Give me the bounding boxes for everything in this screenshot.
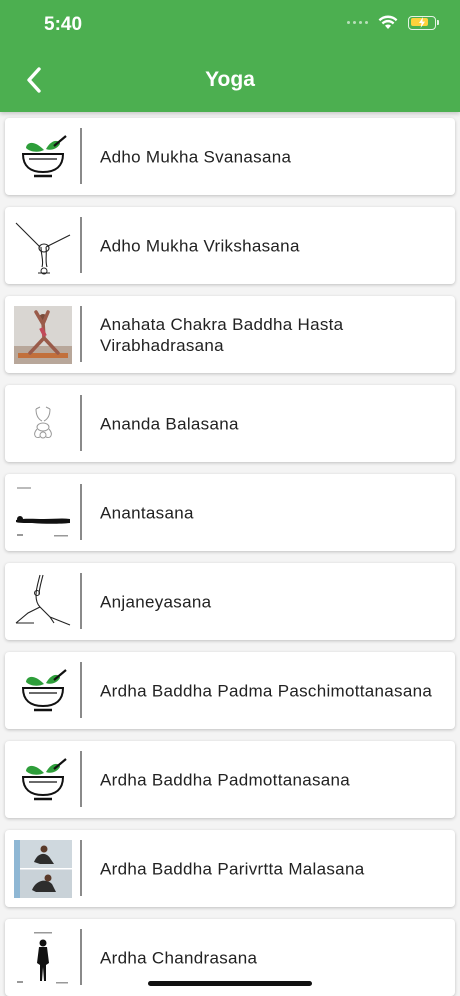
pose-name: Ardha Baddha Padmottanasana bbox=[100, 770, 351, 789]
pose-name: Ardha Baddha Padma Paschimottanasana bbox=[100, 681, 433, 700]
home-indicator bbox=[148, 981, 312, 986]
page-title: Yoga bbox=[205, 68, 255, 91]
photo-warrior-pose bbox=[14, 306, 72, 364]
lying-figure-card bbox=[14, 484, 72, 542]
pose-name: Anjaneyasana bbox=[100, 592, 212, 611]
status-bar: 5:40 bbox=[0, 0, 460, 50]
divider bbox=[80, 751, 82, 807]
pose-list-item[interactable]: Ardha Baddha Parivrtta Malasana bbox=[5, 830, 455, 907]
divider bbox=[80, 840, 82, 896]
pose-list-item[interactable]: Ardha Baddha Padmottanasana bbox=[5, 741, 455, 818]
pose-list-item[interactable]: Adho Mukha Svanasana bbox=[5, 118, 455, 195]
pose-name: Adho Mukha Svanasana bbox=[100, 147, 292, 166]
divider bbox=[80, 395, 82, 451]
battery-icon bbox=[408, 15, 439, 30]
pose-list-item[interactable]: Ardha Baddha Padma Paschimottanasana bbox=[5, 652, 455, 729]
charging-bolt-icon bbox=[419, 16, 425, 28]
pose-name: Anantasana bbox=[100, 503, 194, 522]
divider bbox=[80, 929, 82, 985]
divider bbox=[80, 484, 82, 540]
standing-figure-card bbox=[14, 929, 72, 987]
pose-name: Ardha Chandrasana bbox=[100, 948, 258, 967]
pose-name: Ananda Balasana bbox=[100, 414, 239, 433]
pose-list-item[interactable]: Anjaneyasana bbox=[5, 563, 455, 640]
status-icons bbox=[347, 15, 439, 30]
photo-squat-twist bbox=[14, 840, 72, 898]
app-header: 5:40 Yoga bbox=[0, 0, 460, 112]
cellular-signal-icon bbox=[347, 21, 368, 24]
pose-list-item[interactable]: Anantasana bbox=[5, 474, 455, 551]
divider bbox=[80, 128, 82, 184]
handstand-sketch bbox=[14, 217, 72, 275]
divider bbox=[80, 306, 82, 362]
pose-name: Anahata Chakra Baddha Hasta Virabhadrasa… bbox=[100, 314, 344, 355]
wifi-icon bbox=[378, 15, 398, 29]
pose-name: Ardha Baddha Parivrtta Malasana bbox=[100, 859, 365, 878]
crescent-lunge-sketch bbox=[14, 573, 72, 631]
mortar-leaf-icon bbox=[14, 751, 72, 809]
nav-bar: Yoga bbox=[0, 52, 460, 108]
divider bbox=[80, 573, 82, 629]
pose-list-item[interactable]: Adho Mukha Vrikshasana bbox=[5, 207, 455, 284]
happy-baby-sketch bbox=[14, 395, 72, 453]
yoga-screen: 5:40 Yoga Adho Mukha Svanasana Adho Mukh… bbox=[0, 0, 460, 996]
mortar-leaf-icon bbox=[14, 128, 72, 186]
pose-name: Adho Mukha Vrikshasana bbox=[100, 236, 300, 255]
mortar-leaf-icon bbox=[14, 662, 72, 720]
divider bbox=[80, 662, 82, 718]
pose-list-item[interactable]: Anahata Chakra Baddha Hasta Virabhadrasa… bbox=[5, 296, 455, 373]
pose-list-item[interactable]: Ananda Balasana bbox=[5, 385, 455, 462]
status-time: 5:40 bbox=[44, 14, 83, 35]
divider bbox=[80, 217, 82, 273]
